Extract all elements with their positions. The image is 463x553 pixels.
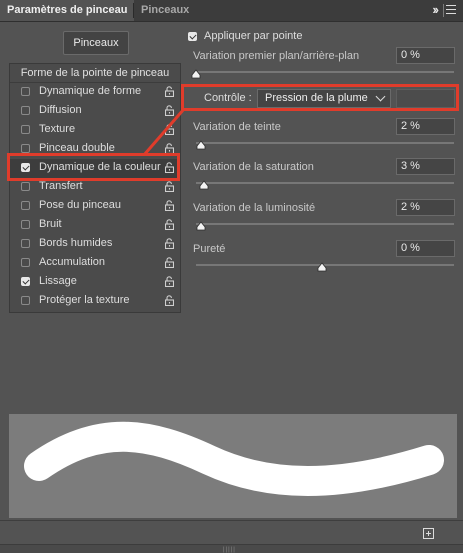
list-item-label: Bords humides — [39, 237, 113, 249]
list-item-label: Texture — [39, 123, 76, 135]
list-item-checkbox[interactable] — [21, 201, 30, 210]
apply-per-tip-checkbox[interactable] — [188, 32, 197, 41]
saturation-jitter-slider[interactable] — [196, 180, 454, 190]
unlock-icon[interactable] — [165, 86, 174, 97]
header-divider — [443, 4, 444, 17]
purity-label: Pureté — [193, 243, 226, 255]
fg-bg-jitter-field[interactable]: 0 % — [396, 47, 455, 64]
hue-jitter-label: Variation de teinte — [193, 121, 281, 133]
list-item-label: Bruit — [39, 218, 62, 230]
list-item-label: Transfert — [39, 180, 83, 192]
list-item-checkbox[interactable] — [21, 106, 30, 115]
list-item-checkbox[interactable] — [21, 277, 30, 286]
list-item-label: Protéger la texture — [39, 294, 130, 306]
hue-jitter-field[interactable]: 2 % — [396, 118, 455, 135]
brushes-presets-button[interactable]: Pinceaux — [63, 31, 129, 55]
unlock-icon[interactable] — [165, 295, 174, 306]
list-item-checkbox[interactable] — [21, 239, 30, 248]
unlock-icon[interactable] — [165, 200, 174, 211]
brightness-jitter-slider[interactable] — [196, 221, 454, 231]
list-item[interactable]: Dynamique de forme — [10, 83, 180, 102]
tab-brush-settings[interactable]: Paramètres de pinceau — [0, 0, 135, 21]
unlock-icon[interactable] — [165, 276, 174, 287]
list-item[interactable]: Pose du pinceau — [10, 197, 180, 216]
unlock-icon[interactable] — [165, 105, 174, 116]
list-item-label: Lissage — [39, 275, 77, 287]
list-item-checkbox[interactable] — [21, 220, 30, 229]
list-item[interactable]: Texture — [10, 121, 180, 140]
purity-slider[interactable] — [196, 262, 454, 272]
list-item-checkbox[interactable] — [21, 296, 30, 305]
list-item-checkbox[interactable] — [21, 144, 30, 153]
apply-per-tip-label: Appliquer par pointe — [204, 30, 303, 42]
list-item[interactable]: Protéger la texture — [10, 292, 180, 311]
brightness-jitter-field[interactable]: 2 % — [396, 199, 455, 216]
list-item[interactable]: Lissage — [10, 273, 180, 292]
hue-jitter-slider[interactable] — [196, 140, 454, 150]
brush-options-list: Forme de la pointe de pinceau Dynamique … — [9, 63, 181, 313]
purity-field[interactable]: 0 % — [396, 240, 455, 257]
list-item[interactable]: Diffusion — [10, 102, 180, 121]
list-item-checkbox[interactable] — [21, 125, 30, 134]
brush-stroke-preview — [9, 414, 457, 518]
unlock-icon[interactable] — [165, 124, 174, 135]
list-item-label: Dynamique de forme — [39, 85, 142, 97]
saturation-jitter-field[interactable]: 3 % — [396, 158, 455, 175]
unlock-icon[interactable] — [165, 257, 174, 268]
fg-bg-jitter-label: Variation premier plan/arrière-plan — [193, 50, 360, 62]
list-item-checkbox[interactable] — [21, 258, 30, 267]
list-item[interactable]: Bords humides — [10, 235, 180, 254]
list-item-label: Accumulation — [39, 256, 106, 268]
control-highlight-box — [181, 84, 459, 111]
list-item[interactable]: Bruit — [10, 216, 180, 235]
list-item-checkbox[interactable] — [21, 182, 30, 191]
list-item[interactable]: Accumulation — [10, 254, 180, 273]
panel-footer — [0, 520, 463, 545]
grip-icon[interactable]: ||||| — [223, 547, 236, 553]
brush-tip-shape-item[interactable]: Forme de la pointe de pinceau — [10, 64, 180, 83]
unlock-icon[interactable] — [165, 219, 174, 230]
list-item-label: Pose du pinceau — [39, 199, 121, 211]
saturation-jitter-label: Variation de la saturation — [193, 161, 314, 173]
unlock-icon[interactable] — [165, 181, 174, 192]
tab-brushes[interactable]: Pinceaux — [134, 0, 196, 21]
collapse-icon[interactable]: ›› — [432, 2, 439, 17]
brush-settings-panel: Paramètres de pinceau Pinceaux ›› Pincea… — [0, 0, 463, 553]
selected-item-highlight-box — [7, 153, 180, 181]
tab-bar: Paramètres de pinceau Pinceaux ›› — [0, 0, 463, 22]
panel-menu-icon[interactable] — [446, 5, 456, 15]
list-item-checkbox[interactable] — [21, 87, 30, 96]
brightness-jitter-label: Variation de la luminosité — [193, 202, 316, 214]
fg-bg-jitter-slider[interactable] — [191, 69, 454, 79]
unlock-icon[interactable] — [165, 238, 174, 249]
list-item-label: Diffusion — [39, 104, 82, 116]
stroke-preview-graphic — [24, 421, 444, 496]
new-brush-icon[interactable] — [423, 528, 434, 539]
